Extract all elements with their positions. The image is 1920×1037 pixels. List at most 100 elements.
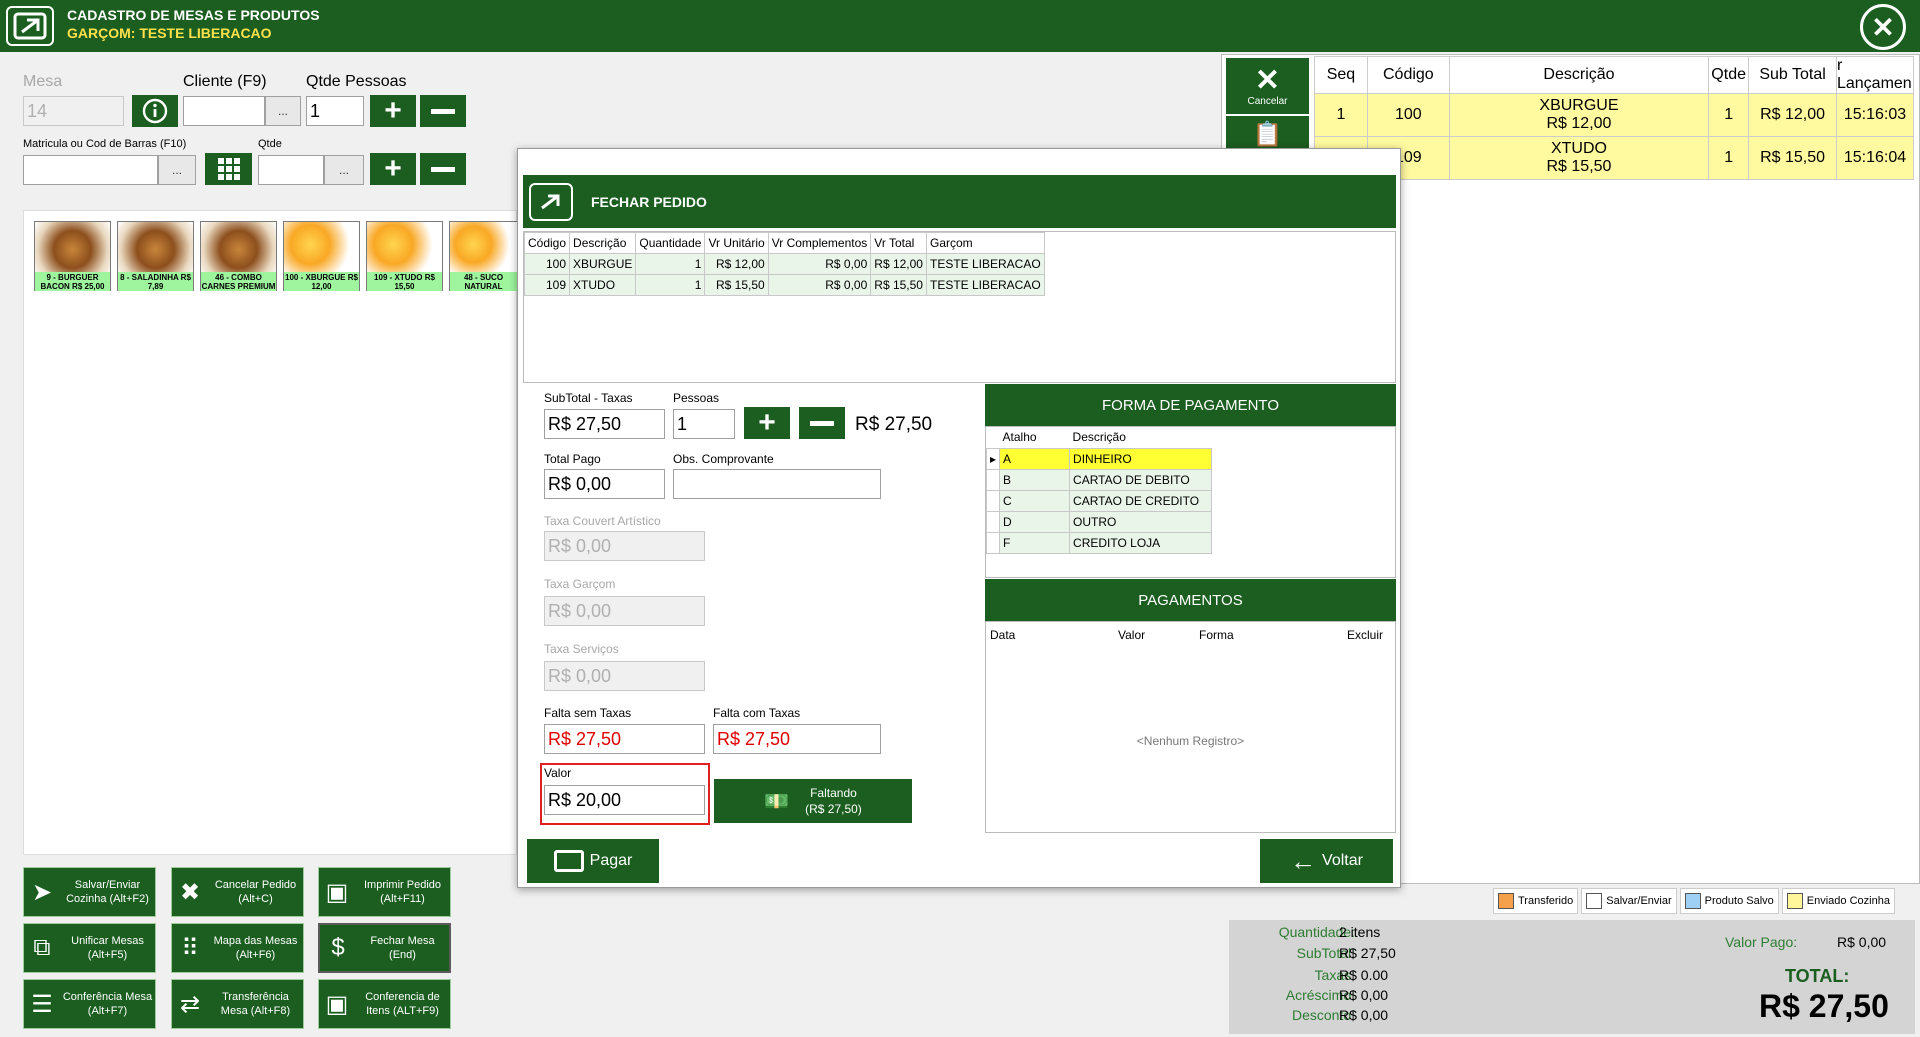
obs-comprovante-input[interactable]: [673, 469, 881, 499]
cliente-lookup-button[interactable]: ...: [265, 96, 301, 126]
voltar-button[interactable]: ← Voltar: [1260, 839, 1393, 883]
fechar-pedido-dialog: FECHAR PEDIDO Código Descrição Quantidad…: [517, 148, 1401, 888]
payment-method-row[interactable]: C CARTAO DE CREDITO: [985, 489, 1212, 512]
taxa-garcom-input[interactable]: R$ 0,00: [544, 596, 705, 626]
dialog-items-grid: Código Descrição Quantidade Vr Unitário …: [523, 231, 1396, 383]
taxa-garcom-label: Taxa Garçom: [544, 577, 616, 591]
col-descricao: Descrição: [1448, 56, 1710, 94]
cliente-input[interactable]: [183, 96, 265, 126]
cancel-chat-icon: ✖: [179, 878, 201, 906]
payment-method-row[interactable]: ▸ A DINHEIRO: [985, 447, 1212, 470]
conferencia-itens-button[interactable]: ▣ Conferencia de Itens (ALT+F9): [318, 979, 451, 1029]
product-image: [35, 222, 110, 272]
mapa-mesas-button[interactable]: ⠿ Mapa das Mesas (Alt+F6): [171, 923, 304, 973]
acrescimo-value: R$ 0,00: [1339, 987, 1389, 1003]
valor-input[interactable]: R$ 20,00: [544, 785, 705, 815]
salvar-enviar-button[interactable]: ➤ Salvar/Enviar Cozinha (Alt+F2): [23, 867, 156, 917]
couvert-input[interactable]: R$ 0,00: [544, 531, 705, 561]
transferencia-mesa-button[interactable]: ⇄ Transferência Mesa (Alt+F8): [171, 979, 304, 1029]
matricula-lookup-button[interactable]: ...: [158, 155, 196, 185]
payment-method-row[interactable]: F CREDITO LOJA: [985, 531, 1212, 554]
info-button[interactable]: [132, 95, 178, 127]
fechar-mesa-button[interactable]: $ Fechar Mesa (End): [318, 923, 451, 973]
total-pago-label: Total Pago: [544, 452, 601, 466]
modal-pessoas-plus-button[interactable]: +: [744, 406, 790, 439]
product-tile[interactable]: 48 - SUCO NATURAL LARANJA R$ 1,7: [449, 221, 518, 291]
arrow-left-icon: ←: [1290, 845, 1317, 876]
falta-sem-taxas-input[interactable]: R$ 27,50: [544, 724, 705, 754]
col-data: Data: [990, 628, 1016, 642]
close-window-button[interactable]: ✕: [1860, 4, 1906, 50]
falta-com-taxas-input[interactable]: R$ 27,50: [713, 724, 881, 754]
payment-hand-icon: $: [331, 934, 345, 961]
col-lancamento: r Lançamen: [1835, 56, 1915, 94]
col-subtotal: Sub Total: [1748, 56, 1837, 94]
qtde-plus-button[interactable]: +: [370, 152, 416, 185]
product-tile[interactable]: 100 - XBURGUE R$ 12,00: [283, 221, 360, 291]
taxa-servicos-input[interactable]: R$ 0,00: [544, 661, 705, 691]
qtde-input[interactable]: [258, 155, 324, 185]
modal-pessoas-minus-button[interactable]: [799, 407, 845, 439]
product-grid: 9 - BURGUER BACON R$ 25,00 8 - SALADINHA…: [23, 210, 518, 855]
product-tile[interactable]: 109 - XTUDO R$ 15,50: [366, 221, 443, 291]
col-valor: Valor: [1118, 628, 1146, 642]
qtde-pessoas-input[interactable]: 1: [306, 96, 364, 126]
product-image: [284, 222, 359, 272]
qtde-lookup-button[interactable]: ...: [324, 155, 364, 185]
payment-method-row[interactable]: B CARTAO DE DEBITO: [985, 468, 1212, 491]
printer-icon: ▣: [325, 878, 349, 906]
x-icon: ✕: [1254, 63, 1281, 97]
pessoas-input[interactable]: 1: [673, 409, 735, 439]
order-items-table: Seq Código Descrição Qtde Sub Total r La…: [1314, 56, 1915, 180]
grid-icon: ⠿: [181, 934, 199, 962]
product-image: [118, 222, 193, 272]
total-pago-input[interactable]: R$ 0,00: [544, 469, 665, 499]
falta-sem-taxas-label: Falta sem Taxas: [544, 706, 632, 720]
cliente-label: Cliente (F9): [183, 73, 267, 90]
payment-method-row[interactable]: D OUTRO: [985, 510, 1212, 533]
table-row[interactable]: 1 100 XBURGUE R$ 12,00 1 R$ 12,00 15:16:0…: [1314, 93, 1915, 137]
product-tile[interactable]: 8 - SALADINHA R$ 7,89: [117, 221, 194, 291]
row-selector-icon: ▸: [985, 447, 1001, 470]
title-bar: CADASTRO DE MESAS E PRODUTOS GARÇOM: TES…: [0, 0, 1920, 52]
legend-salvar-enviar: Salvar/Enviar: [1581, 888, 1677, 914]
product-caption: 109 - XTUDO R$ 15,50: [367, 272, 442, 291]
table-row[interactable]: 100 XBURGUE 1 R$ 12,00 R$ 0,00 R$ 12,00 …: [523, 253, 1045, 275]
conferencia-mesa-button[interactable]: ☰ Conferência Mesa (Alt+F7): [23, 979, 156, 1029]
product-tile[interactable]: 46 - COMBO CARNES PREMIUM R$ 38,00: [200, 221, 277, 291]
faltando-button[interactable]: 💵 Faltando (R$ 27,50): [714, 779, 912, 823]
transfer-icon: ⇄: [179, 990, 201, 1018]
matricula-label: Matricula ou Cod de Barras (F10): [23, 138, 187, 150]
dialog-items-table: Código Descrição Quantidade Vr Unitário …: [523, 232, 1045, 296]
order-summary: Quantidade: 2 itens SubTotal: R$ 27,50 T…: [1229, 920, 1915, 1034]
cancelar-pedido-button[interactable]: ✖ Cancelar Pedido (Alt+C): [171, 867, 304, 917]
pessoas-label: Pessoas: [673, 391, 720, 405]
minus-icon: [431, 166, 455, 172]
imprimir-pedido-button[interactable]: ▣ Imprimir Pedido (Alt+F11): [318, 867, 451, 917]
col-codigo: Código: [1366, 56, 1450, 94]
product-tile[interactable]: 9 - BURGUER BACON R$ 25,00: [34, 221, 111, 291]
product-caption: 46 - COMBO CARNES PREMIUM R$ 38,00: [201, 272, 276, 291]
subtotal-value: R$ 27,50: [1339, 945, 1396, 961]
subtotal-taxas-input[interactable]: R$ 27,50: [544, 409, 665, 439]
minus-icon: [431, 108, 455, 114]
product-image: [450, 222, 517, 272]
valor-pago-label: Valor Pago:: [1725, 934, 1798, 950]
mesa-input[interactable]: 14: [23, 96, 124, 126]
forma-pagamento-table: Atalho Descrição ▸ A DINHEIRO B CARTAO DE DE…: [985, 427, 1212, 554]
legend-enviado-cozinha: Enviado Cozinha: [1781, 888, 1895, 914]
table-row[interactable]: 2 109 XTUDOR$ 15,50 1 R$ 15,50 15:16:04: [1314, 136, 1915, 180]
pessoas-minus-button[interactable]: [420, 95, 466, 127]
pagamentos-header: PAGAMENTOS: [985, 579, 1396, 621]
taxas-label: Taxas:: [1314, 967, 1355, 983]
matricula-input[interactable]: [23, 155, 158, 185]
cancel-item-button[interactable]: ✕ Cancelar: [1226, 58, 1309, 114]
clipboard-button[interactable]: 📋: [1226, 116, 1309, 152]
qtde-minus-button[interactable]: [420, 153, 466, 185]
unificar-mesas-button[interactable]: ⧉ Unificar Mesas (Alt+F5): [23, 923, 156, 973]
table-row[interactable]: 109 XTUDO 1 R$ 15,50 R$ 0,00 R$ 15,50 TE…: [523, 274, 1045, 296]
pagar-button[interactable]: Pagar: [527, 839, 659, 883]
keypad-button[interactable]: [205, 153, 252, 185]
pessoas-plus-button[interactable]: +: [370, 94, 416, 127]
minus-icon: [810, 420, 834, 426]
